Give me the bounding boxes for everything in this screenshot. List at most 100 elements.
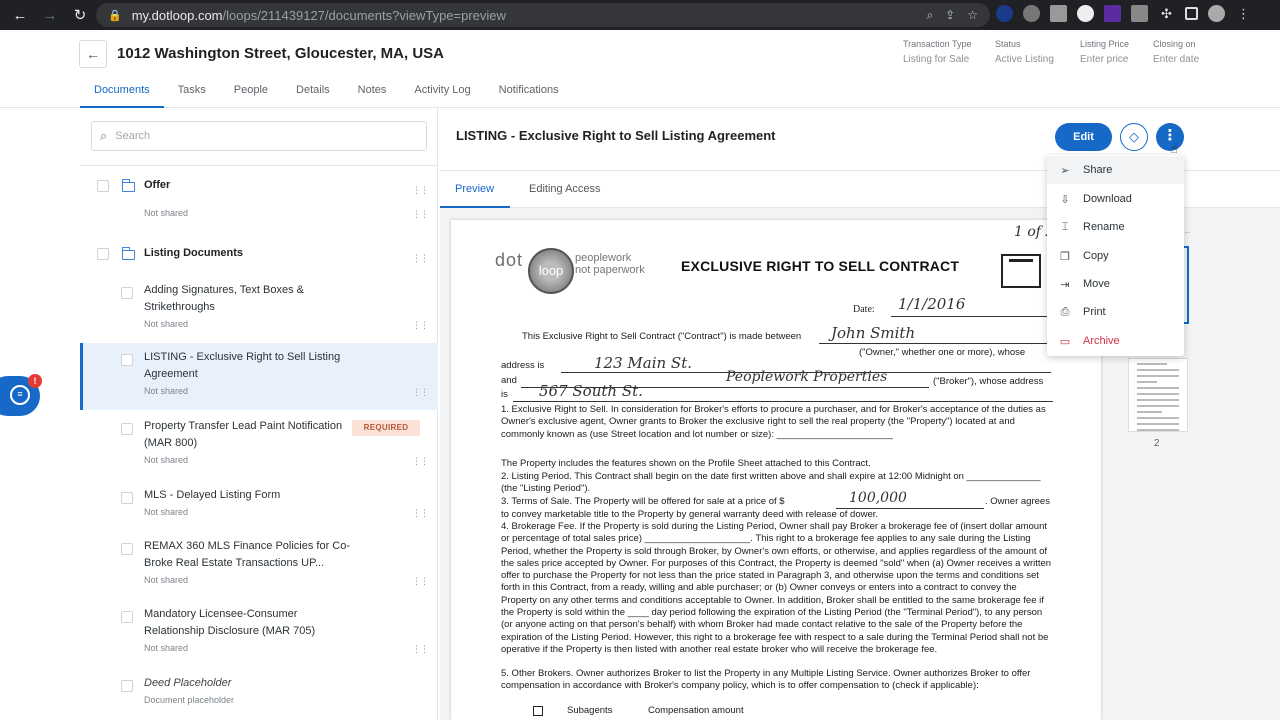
drag-handle-icon[interactable]: ⋮⋮: [412, 388, 429, 397]
tab-notifications[interactable]: Notifications: [485, 80, 573, 108]
drag-handle-icon[interactable]: ⋮⋮: [412, 254, 429, 263]
meta-listing-price[interactable]: Listing Price Enter price: [1080, 39, 1129, 65]
menu-item-archive[interactable]: ▭ Archive: [1047, 327, 1184, 355]
share-icon: ➢: [1060, 164, 1070, 177]
reload-icon[interactable]: ↻: [72, 6, 88, 24]
drag-handle-icon[interactable]: ⋮⋮: [412, 457, 429, 466]
menu-item-print[interactable]: ⎙ Print: [1047, 298, 1184, 326]
sidebar-panel-icon[interactable]: [1185, 7, 1198, 20]
share-status: Not shared: [144, 575, 189, 585]
meta-transaction-type[interactable]: Transaction Type Listing for Sale: [903, 39, 972, 65]
broker-address-line: [513, 401, 1053, 402]
menu-item-download[interactable]: ⇩ Download: [1047, 185, 1184, 213]
checkbox[interactable]: [121, 492, 133, 504]
tab-documents[interactable]: Documents: [80, 80, 164, 108]
document-item[interactable]: MLS - Delayed Listing Form Not shared ⋮⋮: [80, 480, 438, 530]
extension-icon[interactable]: [1104, 5, 1121, 22]
document-item[interactable]: REMAX 360 MLS Finance Policies for Co-Br…: [80, 531, 438, 599]
extension-icon[interactable]: [1050, 5, 1067, 22]
document-item[interactable]: Adding Signatures, Text Boxes & Striketh…: [80, 275, 438, 341]
drag-handle-icon[interactable]: ⋮⋮: [412, 577, 429, 586]
tab-details[interactable]: Details: [282, 80, 344, 108]
paragraph-5: 5. Other Brokers. Owner authorizes Broke…: [501, 668, 1031, 692]
meta-status[interactable]: Status Active Listing: [995, 39, 1054, 65]
checkbox[interactable]: [121, 423, 133, 435]
extension-icon[interactable]: [1023, 5, 1040, 22]
archive-icon: ▭: [1059, 335, 1071, 348]
tag-button[interactable]: ◇: [1120, 123, 1148, 151]
page-title: 1012 Washington Street, Gloucester, MA, …: [117, 45, 445, 62]
menu-item-share[interactable]: ➢ Share: [1047, 156, 1184, 184]
back-arrow-icon[interactable]: ←: [12, 7, 28, 24]
bookmark-star-icon[interactable]: ☆: [967, 8, 978, 22]
menu-item-move[interactable]: ⇥ Move: [1047, 270, 1184, 298]
contract-intro: This Exclusive Right to Sell Contract ("…: [522, 331, 802, 342]
owner-suffix: ("Owner," whether one or more), whose: [859, 347, 1026, 358]
forward-arrow-icon[interactable]: →: [42, 7, 58, 24]
share-page-icon[interactable]: ⇪: [945, 8, 955, 22]
search-box: ⌕: [91, 121, 427, 151]
menu-item-rename[interactable]: ⌶ Rename: [1047, 213, 1184, 241]
document-placeholder-item[interactable]: Deed Placeholder Document placeholder: [80, 668, 438, 720]
drag-handle-icon[interactable]: ⋮⋮: [412, 321, 429, 330]
folder-icon: [121, 179, 135, 192]
checkbox[interactable]: [97, 248, 109, 260]
profile-avatar[interactable]: [1208, 5, 1225, 22]
download-icon: ⇩: [1060, 193, 1070, 206]
tab-people[interactable]: People: [220, 80, 282, 108]
logo-tagline: peoplework not paperwork: [575, 252, 645, 276]
required-badge: REQUIRED: [352, 420, 420, 436]
page-thumbnail[interactable]: [1128, 358, 1188, 432]
folder-listing-documents[interactable]: Listing Documents ⋮⋮: [80, 234, 438, 269]
tab-activity-log[interactable]: Activity Log: [400, 80, 484, 108]
tab-tasks[interactable]: Tasks: [164, 80, 220, 108]
subagents-label: Subagents: [567, 705, 613, 716]
browser-menu-icon[interactable]: ⋮: [1235, 5, 1252, 22]
address-bar[interactable]: 🔒 my.dotloop.com/loops/211439127/documen…: [96, 3, 990, 27]
compensation-label: Compensation amount: [648, 705, 744, 716]
drag-handle-icon[interactable]: ⋮⋮: [412, 645, 429, 654]
extension-icon[interactable]: [996, 5, 1013, 22]
document-item[interactable]: Mandatory Licensee-Consumer Relationship…: [80, 599, 438, 667]
zoom-icon[interactable]: ⌕: [926, 8, 933, 23]
url-path: /loops/211439127/documents?viewType=prev…: [222, 7, 506, 23]
checkbox[interactable]: [121, 543, 133, 555]
broker-name: Peoplework Properties: [726, 369, 888, 385]
equal-housing-logo: [1001, 254, 1041, 288]
checkbox[interactable]: [121, 287, 133, 299]
extension-icon[interactable]: [1131, 5, 1148, 22]
extensions-bar: ✣ ⋮: [996, 5, 1252, 22]
menu-item-copy[interactable]: ❐ Copy: [1047, 242, 1184, 270]
back-button[interactable]: ←: [79, 40, 107, 68]
broker-suffix: ("Broker"), whose address: [933, 376, 1044, 387]
drag-handle-icon[interactable]: ⋮⋮: [412, 210, 429, 219]
paragraph-3c: to convey marketable title to the Proper…: [501, 509, 879, 520]
meta-closing-on[interactable]: Closing on Enter date: [1153, 39, 1199, 65]
tab-notes[interactable]: Notes: [344, 80, 401, 108]
checkbox[interactable]: [97, 180, 109, 192]
document-title: LISTING - Exclusive Right to Sell Listin…: [456, 128, 776, 143]
checkbox[interactable]: [121, 354, 133, 366]
search-input[interactable]: [115, 130, 416, 142]
folder-offer[interactable]: Offer ⋮⋮ Not shared ⋮⋮: [80, 166, 438, 234]
tag-icon: ◇: [1129, 129, 1139, 144]
drag-handle-icon[interactable]: ⋮⋮: [412, 186, 429, 195]
tab-editing-access[interactable]: Editing Access: [529, 183, 601, 195]
document-item[interactable]: Property Transfer Lead Paint Notificatio…: [80, 411, 438, 479]
drag-handle-icon[interactable]: ⋮⋮: [412, 509, 429, 518]
extension-icon[interactable]: [1077, 5, 1094, 22]
edit-button[interactable]: Edit: [1055, 123, 1112, 151]
contract-title: EXCLUSIVE RIGHT TO SELL CONTRACT: [681, 258, 960, 274]
pdf-page: 1 of 2 dot loop peoplework not paperwork …: [451, 220, 1101, 720]
puzzle-icon[interactable]: ✣: [1158, 5, 1175, 22]
paragraph-2: 2. Listing Period. This Contract shall b…: [501, 471, 1041, 495]
paragraph-3b: . Owner agrees to convey marketable titl…: [985, 496, 1050, 509]
share-status: Not shared: [144, 507, 189, 517]
folder-name: Listing Documents: [144, 247, 244, 259]
checkbox[interactable]: [121, 680, 133, 692]
checkbox[interactable]: [121, 611, 133, 623]
date-value: 1/1/2016: [898, 295, 966, 313]
document-item-selected[interactable]: LISTING - Exclusive Right to Sell Listin…: [80, 343, 438, 410]
share-status: Not shared: [144, 386, 189, 396]
tab-preview[interactable]: Preview: [455, 183, 494, 195]
